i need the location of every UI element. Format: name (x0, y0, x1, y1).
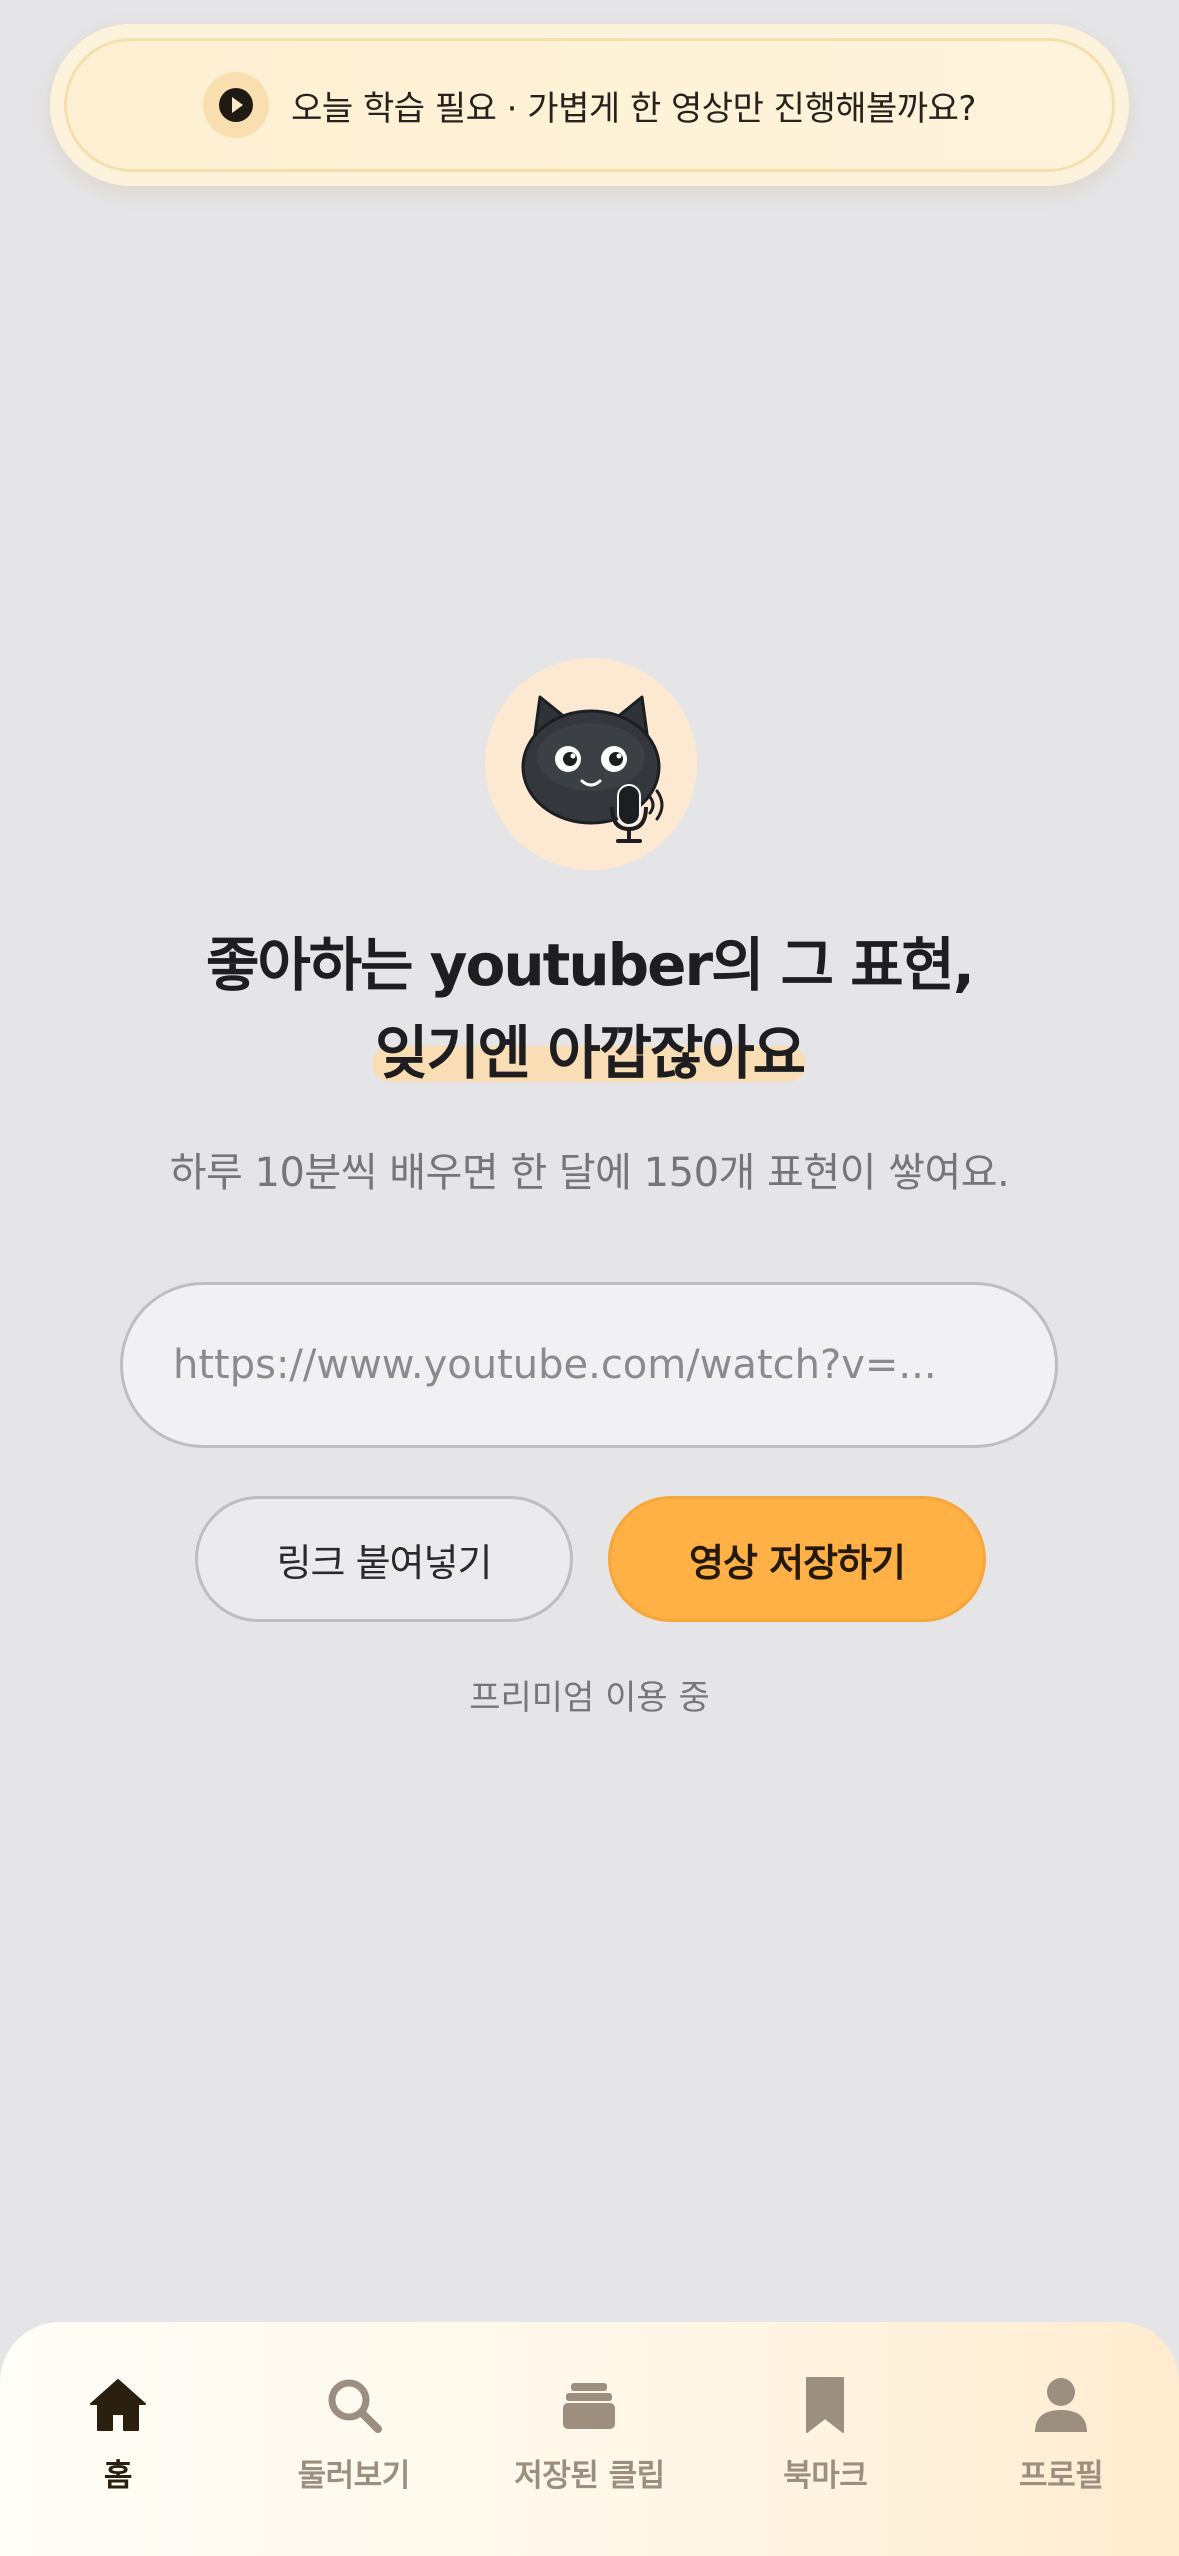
youtube-url-input[interactable] (120, 1282, 1058, 1448)
nav-item-saved-clips[interactable]: 저장된 클립 (472, 2372, 708, 2556)
banner-inner[interactable]: 오늘 학습 필요 · 가볍게 한 영상만 진행해볼까요? (64, 38, 1115, 172)
stack-icon (556, 2372, 622, 2438)
learning-reminder-banner[interactable]: 오늘 학습 필요 · 가볍게 한 영상만 진행해볼까요? (50, 24, 1129, 186)
play-icon (203, 72, 270, 138)
paste-link-button[interactable]: 링크 붙여넣기 (195, 1496, 573, 1622)
nav-label-home: 홈 (103, 2458, 133, 2494)
person-icon (1028, 2372, 1094, 2438)
home-icon (85, 2372, 151, 2438)
bottom-navigation: 홈 둘러보기 저장된 클립 북마크 프로필 (0, 2322, 1179, 2556)
premium-status-text: 프리미엄 이용 중 (469, 1678, 710, 1718)
cat-with-microphone-icon (485, 658, 697, 870)
nav-label-saved-clips: 저장된 클립 (514, 2458, 665, 2494)
headline-line-2: 잊기엔 아깝잖아요 (374, 1019, 806, 1087)
paste-link-label: 링크 붙여넣기 (276, 1540, 493, 1585)
save-video-button[interactable]: 영상 저장하기 (608, 1496, 986, 1622)
nav-item-bookmarks[interactable]: 북마크 (707, 2372, 943, 2556)
banner-text: 오늘 학습 필요 · 가볍게 한 영상만 진행해볼까요? (291, 88, 976, 129)
nav-item-explore[interactable]: 둘러보기 (236, 2372, 472, 2556)
save-video-label: 영상 저장하기 (689, 1540, 906, 1585)
search-icon (321, 2372, 387, 2438)
nav-label-explore: 둘러보기 (297, 2458, 411, 2494)
nav-label-profile: 프로필 (1019, 2458, 1104, 2494)
nav-item-home[interactable]: 홈 (0, 2372, 236, 2556)
subheadline: 하루 10분씩 배우면 한 달에 150개 표현이 쌓여요. (169, 1150, 1010, 1196)
bookmark-icon (792, 2372, 858, 2438)
nav-label-bookmarks: 북마크 (783, 2458, 868, 2494)
headline-line-1: 좋아하는 youtuber의 그 표현, (206, 931, 975, 999)
nav-item-profile[interactable]: 프로필 (943, 2372, 1179, 2556)
